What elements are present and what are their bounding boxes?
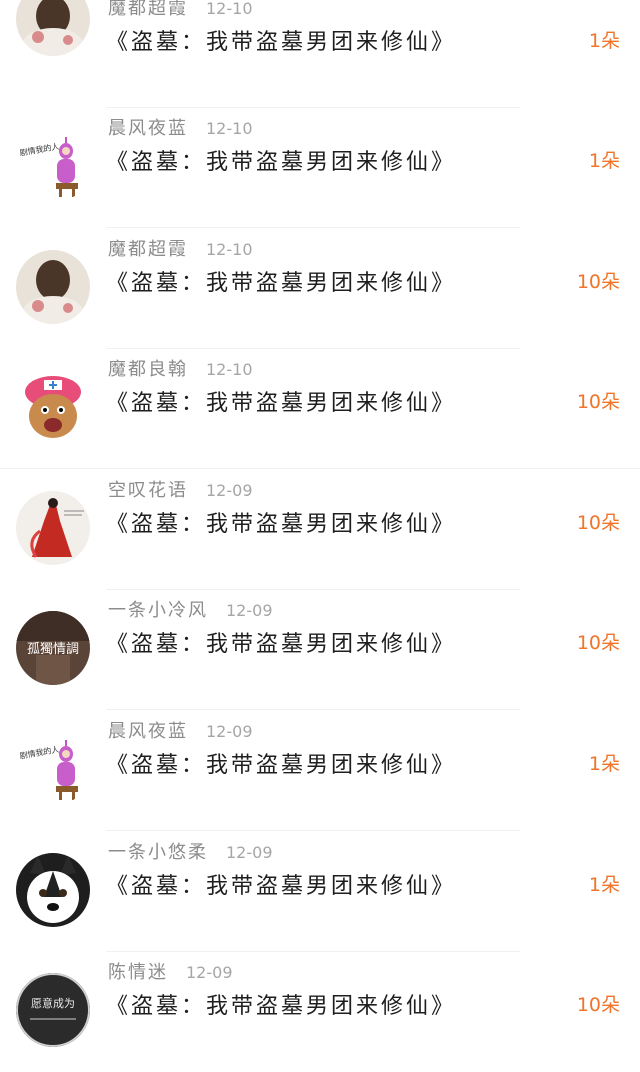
flower-count: 1朵 (588, 753, 620, 775)
row-divider (0, 468, 640, 469)
sender-name-text: 陈情迷 (108, 962, 168, 983)
gift-row[interactable]: 剧情我的人 晨风夜蓝 12-09 《盗墓：我带盗墓男团来修仙》 1朵 (0, 711, 640, 831)
avatar[interactable] (16, 250, 90, 324)
flower-count: 1朵 (588, 874, 620, 896)
sender-name-text: 魔都良翰 (108, 359, 188, 380)
gift-date: 12-10 (206, 240, 253, 259)
book-title: 《盗墓：我带盗墓男团来修仙》 (106, 271, 457, 296)
avatar[interactable]: 孤獨情調 (16, 611, 90, 685)
book-title: 《盗墓：我带盗墓男团来修仙》 (106, 632, 457, 657)
sender-name: 一条小冷风 12-09 (108, 596, 273, 622)
girl-avatar-icon (16, 250, 90, 324)
teletubby-avatar-icon: 剧情我的人 (16, 129, 90, 203)
gift-row[interactable]: 空叹花语 12-09 《盗墓：我带盗墓男团来修仙》 10朵 (0, 470, 640, 590)
flower-count: 10朵 (576, 391, 620, 413)
book-title: 《盗墓：我带盗墓男团来修仙》 (106, 512, 457, 537)
flower-count: 10朵 (576, 632, 620, 654)
gift-date: 12-10 (206, 0, 253, 18)
gift-date: 12-10 (206, 119, 253, 138)
avatar[interactable]: 剧情我的人 (16, 732, 90, 806)
gift-row[interactable]: 孤獨情調 一条小冷风 12-09 《盗墓：我带盗墓男团来修仙》 10朵 (0, 590, 640, 710)
book-title: 《盗墓：我带盗墓男团来修仙》 (106, 874, 457, 899)
avatar[interactable] (16, 370, 90, 444)
avatar-caption: 愿意成为 (31, 996, 75, 1010)
gift-date: 12-09 (226, 843, 273, 862)
gift-row[interactable]: 魔都超霞 12-10 《盗墓：我带盗墓男团来修仙》 1朵 (0, 0, 640, 108)
gift-row[interactable]: 一条小悠柔 12-09 《盗墓：我带盗墓男团来修仙》 1朵 (0, 832, 640, 952)
book-title: 《盗墓：我带盗墓男团来修仙》 (106, 150, 457, 175)
avatar[interactable]: 愿意成为 (16, 973, 90, 1047)
gift-date: 12-09 (206, 722, 253, 741)
gift-date: 12-10 (206, 360, 253, 379)
gift-row[interactable]: 愿意成为 陈情迷 12-09 《盗墓：我带盗墓男团来修仙》 10朵 (0, 952, 640, 1072)
row-divider (106, 709, 520, 710)
dark-text-avatar-icon: 孤獨情調 (16, 611, 90, 685)
gift-row[interactable]: 魔都超霞 12-10 《盗墓：我带盗墓男团来修仙》 10朵 (0, 229, 640, 349)
sender-name: 晨风夜蓝 12-10 (108, 114, 253, 140)
sender-name: 一条小悠柔 12-09 (108, 838, 273, 864)
book-title: 《盗墓：我带盗墓男团来修仙》 (106, 994, 457, 1019)
chopper-avatar-icon (16, 370, 90, 444)
sender-name-text: 空叹花语 (108, 480, 188, 501)
gift-row[interactable]: 剧情我的人 晨风夜蓝 12-10 《盗墓：我带盗墓男团来修仙》 1朵 (0, 108, 640, 228)
book-title: 《盗墓：我带盗墓男团来修仙》 (106, 753, 457, 778)
book-title: 《盗墓：我带盗墓男团来修仙》 (106, 391, 457, 416)
row-divider (106, 227, 520, 228)
avatar[interactable]: 剧情我的人 (16, 129, 90, 203)
flower-count: 1朵 (588, 30, 620, 52)
gift-date: 12-09 (186, 963, 233, 982)
sender-name-text: 晨风夜蓝 (108, 118, 188, 139)
sender-name-text: 魔都超霞 (108, 239, 188, 260)
teletubby-avatar-icon: 剧情我的人 (16, 732, 90, 806)
sender-name: 空叹花语 12-09 (108, 476, 253, 502)
sender-name: 晨风夜蓝 12-09 (108, 717, 253, 743)
flower-count: 10朵 (576, 994, 620, 1016)
sender-name-text: 一条小悠柔 (108, 842, 208, 863)
avatar[interactable] (16, 853, 90, 927)
flower-count: 10朵 (576, 271, 620, 293)
sender-name: 魔都良翰 12-10 (108, 355, 253, 381)
gift-date: 12-09 (206, 481, 253, 500)
husky-avatar-icon (16, 853, 90, 927)
sender-name: 魔都超霞 12-10 (108, 235, 253, 261)
flower-count: 10朵 (576, 512, 620, 534)
sender-name-text: 晨风夜蓝 (108, 721, 188, 742)
sender-name-text: 一条小冷风 (108, 600, 208, 621)
gift-date: 12-09 (226, 601, 273, 620)
red-dress-avatar-icon (16, 491, 90, 565)
sender-name: 魔都超霞 12-10 (108, 0, 253, 20)
avatar[interactable] (16, 491, 90, 565)
book-title: 《盗墓：我带盗墓男团来修仙》 (106, 30, 457, 55)
gift-list: 魔都超霞 12-10 《盗墓：我带盗墓男团来修仙》 1朵 剧情我的人 晨风夜蓝 12… (0, 0, 640, 1047)
avatar[interactable] (16, 0, 90, 56)
gift-row[interactable]: 魔都良翰 12-10 《盗墓：我带盗墓男团来修仙》 10朵 (0, 349, 640, 469)
chalkboard-avatar-icon: 愿意成为 (16, 973, 90, 1047)
sender-name-text: 魔都超霞 (108, 0, 188, 19)
girl-avatar-icon (16, 0, 90, 56)
sender-name: 陈情迷 12-09 (108, 958, 233, 984)
avatar-caption: 孤獨情調 (27, 642, 79, 657)
flower-count: 1朵 (588, 150, 620, 172)
row-divider (106, 830, 520, 831)
